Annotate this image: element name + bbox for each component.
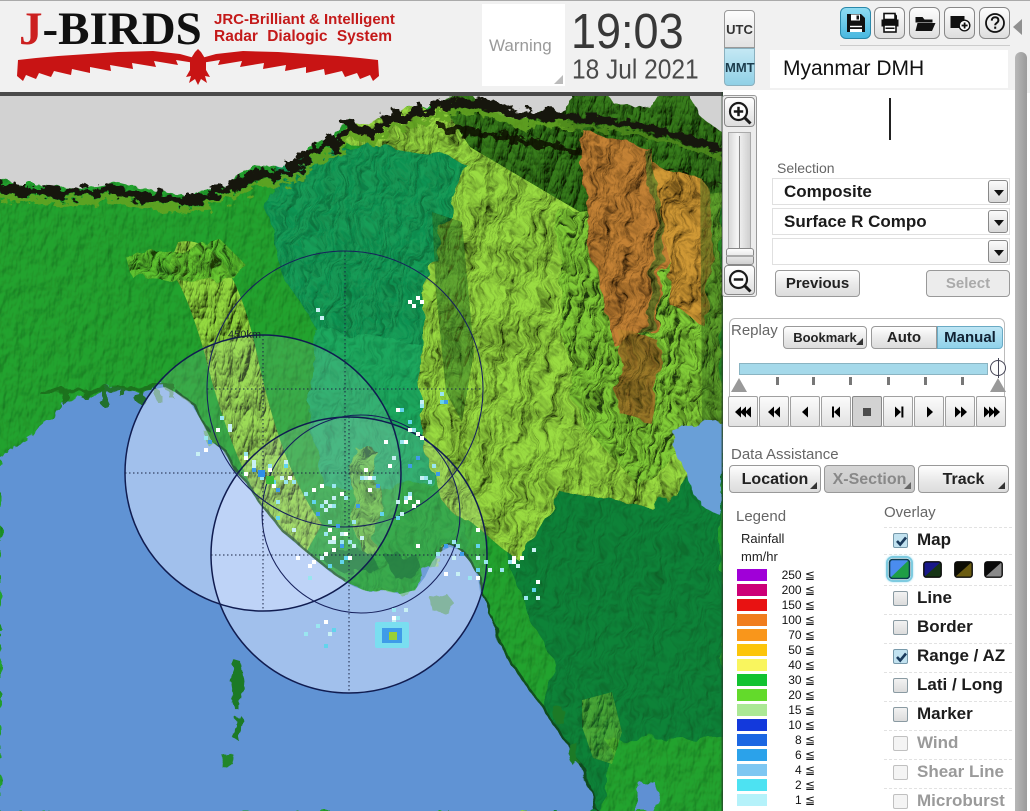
svg-text:450km: 450km	[228, 329, 261, 341]
